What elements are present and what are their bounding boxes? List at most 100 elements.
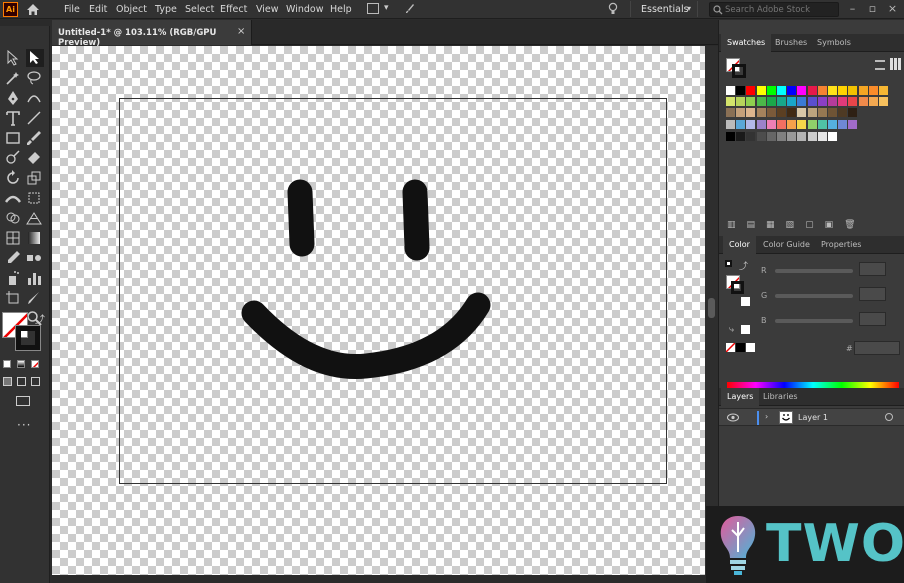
tab-layers[interactable]: Layers [721,388,760,406]
brush-icon[interactable] [405,3,415,14]
none-color-button[interactable] [726,343,735,352]
color-swatch[interactable] [787,97,797,106]
direct-selection-tool[interactable] [26,49,44,67]
paintbrush-tool[interactable] [26,130,42,146]
color-swatch[interactable] [828,120,837,129]
menu-type[interactable]: Type [155,4,177,15]
color-swatch[interactable] [807,132,817,141]
color-swatch[interactable] [868,86,878,95]
artboard-tool[interactable] [5,290,21,306]
color-swatch[interactable] [787,108,797,117]
color-swatch[interactable] [787,120,797,129]
color-swatch[interactable] [848,86,858,95]
color-swatch[interactable] [838,86,848,95]
draw-behind-icon[interactable] [17,377,26,386]
color-swatch[interactable] [756,97,766,106]
out-of-gamut-icon[interactable]: ⤷ [729,325,734,335]
white-swatch[interactable] [741,297,750,306]
search-input[interactable] [725,4,835,15]
color-swatch[interactable] [746,108,756,117]
menu-object[interactable]: Object [116,4,147,15]
chevron-right-icon[interactable]: › [765,412,768,421]
color-swatch[interactable] [838,97,848,106]
delete-swatch-icon[interactable]: 🗑 [844,220,866,230]
color-swatch[interactable] [879,86,888,95]
color-swatch[interactable] [817,132,827,141]
none-mode-icon[interactable] [31,360,39,368]
color-swatch[interactable] [797,86,807,95]
tab-brushes[interactable]: Brushes [769,34,813,52]
color-swatch[interactable] [736,108,746,117]
maximize-button[interactable]: ▫ [866,2,879,16]
new-color-group-icon[interactable]: ▢ [805,220,825,230]
color-swatch[interactable] [726,86,735,95]
color-swatch[interactable] [848,97,858,106]
color-swatch[interactable] [766,108,776,117]
stock-search[interactable] [709,2,839,17]
menu-file[interactable]: File [64,4,80,15]
arrange-documents-icon[interactable] [367,3,379,14]
color-swatch[interactable] [777,86,786,95]
color-swatch[interactable] [726,120,735,129]
color-swatch[interactable] [787,86,797,95]
vertical-scrollbar[interactable] [705,46,718,575]
draw-inside-icon[interactable] [31,377,40,386]
document-tab[interactable]: Untitled-1* @ 103.11% (RGB/GPU Preview) … [52,20,252,48]
color-swatch[interactable] [807,86,817,95]
close-tab-icon[interactable]: × [237,26,245,37]
add-to-library-icon[interactable]: ▤ [747,220,767,230]
tab-symbols[interactable]: Symbols [811,34,857,52]
toolbar-grip[interactable] [0,20,50,26]
tab-swatches[interactable]: Swatches [721,34,772,52]
menu-help[interactable]: Help [330,4,352,15]
color-swatch[interactable] [756,120,766,129]
color-swatch[interactable] [736,132,746,141]
rotate-tool[interactable] [5,170,21,186]
selection-tool[interactable] [5,49,21,66]
new-swatch-icon[interactable]: ▣ [825,220,845,230]
color-swatch[interactable] [797,120,807,129]
mesh-tool[interactable] [5,230,21,246]
color-swatch[interactable] [797,108,807,117]
tab-color-guide[interactable]: Color Guide [757,236,816,254]
color-swatch[interactable] [879,97,888,106]
color-swatch[interactable] [817,120,827,129]
type-tool[interactable] [5,110,21,126]
color-swatch[interactable] [807,97,817,106]
swatch-libraries-icon[interactable]: ▥ [727,220,747,230]
channel-g-slider[interactable] [775,294,853,298]
color-swatch[interactable] [807,120,817,129]
color-swatch[interactable] [838,108,848,117]
web-safe-swatch[interactable] [741,325,750,334]
color-swatch[interactable] [736,97,746,106]
swap-fill-stroke-icon[interactable]: ⤴ [35,311,45,326]
color-swatch[interactable] [838,120,848,129]
line-segment-tool[interactable] [26,110,42,126]
default-fill-stroke-icon[interactable] [725,260,732,267]
color-swatch[interactable] [787,132,797,141]
swatch-options-icon[interactable]: ▧ [786,220,806,230]
artboard[interactable] [119,98,667,484]
color-swatch[interactable] [848,120,858,129]
color-mode-icon[interactable] [3,360,11,368]
menu-select[interactable]: Select [185,4,214,15]
screen-mode-icon[interactable] [16,396,30,406]
color-swatch[interactable] [858,86,868,95]
color-swatch[interactable] [726,108,735,117]
color-swatch[interactable] [828,108,837,117]
rectangle-tool[interactable] [5,130,21,146]
color-swatch[interactable] [848,108,858,117]
swap-color-icon[interactable]: ⤴ [739,259,748,272]
menu-view[interactable]: View [256,4,279,15]
grid-view-icon[interactable] [890,58,902,70]
symbol-sprayer-tool[interactable] [5,270,21,286]
pen-tool[interactable] [5,90,21,106]
blend-tool[interactable] [26,250,42,266]
tab-properties[interactable]: Properties [815,236,867,254]
lasso-tool[interactable] [26,70,42,86]
magic-wand-tool[interactable] [5,70,21,86]
white-color-button[interactable] [746,343,755,352]
workspace-switcher[interactable]: Essentials ▾ [630,1,698,17]
black-color-button[interactable] [736,343,745,352]
menu-window[interactable]: Window [286,4,323,15]
